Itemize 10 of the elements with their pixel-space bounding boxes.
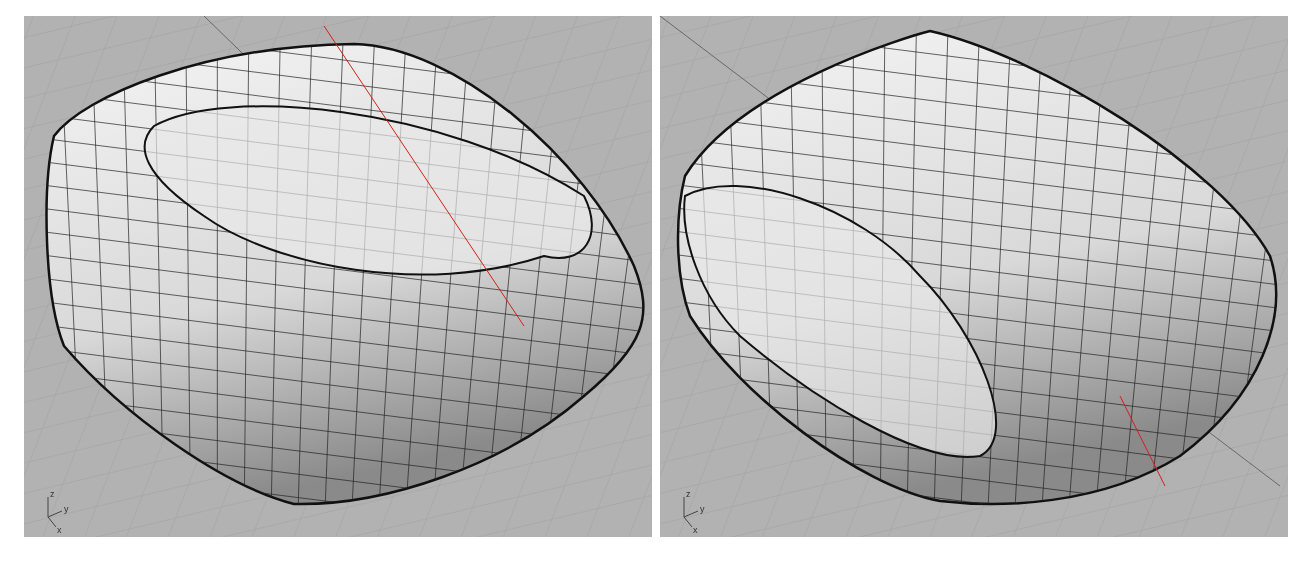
axis-triad-icon: [683, 496, 699, 528]
axis-label: y: [700, 504, 705, 514]
viewport[interactable]: z y x: [24, 16, 652, 537]
viewport[interactable]: z y x: [660, 16, 1288, 537]
axis-label: z: [50, 489, 55, 499]
axis-label: z: [686, 489, 691, 499]
axis-label: y: [64, 504, 69, 514]
axis-label: x: [693, 525, 698, 535]
axis-triad-icon: [47, 496, 63, 528]
axis-label: x: [57, 525, 62, 535]
